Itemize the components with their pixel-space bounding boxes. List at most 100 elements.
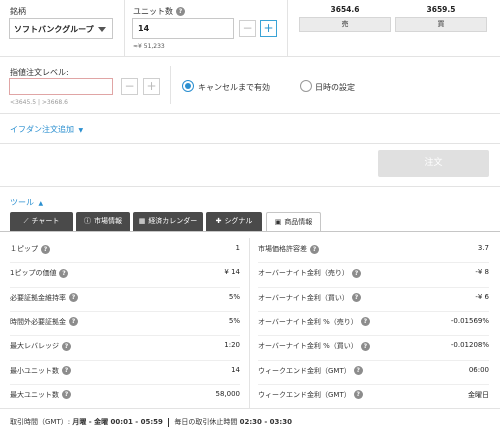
tab-market-info[interactable]: ⓘ 市場情報	[76, 212, 130, 231]
info-key-wrap: ウィークエンド金利（GMT）?	[258, 366, 363, 376]
info-row: 1ピップの価値? ¥ 14	[10, 262, 240, 286]
tab-chart[interactable]: ⟋ チャート	[10, 212, 73, 231]
info-key-wrap: 最小ユニット数?	[10, 366, 71, 376]
info-row: 最小ユニット数? 14	[10, 360, 240, 384]
tab-signal[interactable]: ✚ シグナル	[206, 212, 262, 231]
hours-value: 月曜 - 金曜 00:01 - 05:59	[72, 418, 163, 426]
ifdone-link[interactable]: イフダン注文追加 ▼	[10, 124, 83, 135]
info-key-wrap: オーバーナイト金利 %（買い）?	[258, 341, 370, 351]
help-icon[interactable]: ?	[69, 293, 78, 303]
info-key: 1ピップの価値	[10, 269, 57, 278]
info-value: -0.01208%	[450, 341, 489, 350]
buy-button[interactable]: 買	[395, 17, 487, 32]
info-row: 時間外必要証拠金? 5%	[10, 311, 240, 335]
info-value: 金曜日	[468, 390, 489, 399]
caret-down-icon: ▼	[78, 127, 84, 134]
tab-economic-calendar[interactable]: ▦ 経済カレンダー	[133, 212, 203, 231]
info-key-wrap: オーバーナイト金利（売り）?	[258, 268, 361, 278]
help-icon[interactable]: ?	[353, 390, 363, 400]
info-value: -¥ 6	[475, 292, 489, 301]
help-icon[interactable]: ?	[69, 317, 78, 327]
info-value: 1:20	[224, 341, 240, 350]
help-icon[interactable]: ?	[59, 268, 69, 278]
help-icon[interactable]: ?	[360, 341, 370, 351]
info-value: 14	[231, 365, 240, 374]
help-icon[interactable]: ?	[351, 293, 361, 303]
option-gtc-label: キャンセルまで有効	[198, 83, 270, 92]
info-value: 06:00	[468, 365, 489, 374]
info-row: 最大レバレッジ? 1:20	[10, 335, 240, 359]
info-value: 5%	[228, 292, 240, 301]
info-key-wrap: 最大ユニット数?	[10, 390, 71, 400]
break-value: 02:30 - 03:30	[239, 418, 292, 426]
ifdone-label: イフダン注文追加	[10, 125, 74, 134]
help-icon[interactable]: ?	[62, 341, 71, 351]
units-approx-value: ≈¥ 51,233	[133, 43, 165, 50]
break-label: 毎日の取引休止時間	[174, 418, 238, 426]
info-key: 必要証拠金維持率	[10, 293, 66, 302]
tab-product-info[interactable]: ▣ 商品情報	[266, 212, 321, 232]
info-key: ウィークエンド金利（GMT）	[258, 366, 351, 375]
info-row: オーバーナイト金利 %（買い）? -0.01208%	[258, 335, 489, 359]
sell-button[interactable]: 売	[299, 17, 391, 32]
help-icon[interactable]: ?	[41, 244, 50, 254]
limit-plus-button[interactable]: +	[143, 78, 160, 95]
info-key: ウィークエンド金利（GMT）	[258, 390, 351, 399]
info-key-wrap: 必要証拠金維持率?	[10, 293, 78, 303]
chevron-down-icon	[98, 27, 106, 32]
info-value: ¥ 14	[224, 268, 240, 277]
radio-gtc[interactable]	[182, 80, 194, 92]
limit-hint-high: >3668.6	[41, 99, 68, 106]
info-key-wrap: １ピップ?	[10, 244, 50, 254]
info-value: -¥ 8	[475, 268, 489, 277]
units-plus-button[interactable]: +	[260, 20, 277, 37]
info-row: 最大ユニット数? 58,000	[10, 384, 240, 408]
info-value: 1	[235, 244, 240, 252]
info-row: 必要証拠金維持率? 5%	[10, 287, 240, 311]
info-key: オーバーナイト金利 %（買い）	[258, 342, 358, 351]
limit-input[interactable]	[9, 78, 113, 95]
help-icon[interactable]: ?	[62, 390, 71, 400]
tools-label: ツール	[10, 198, 34, 207]
info-row: １ピップ? 1	[10, 238, 240, 262]
info-key-wrap: ウィークエンド金利（GMT）?	[258, 390, 363, 400]
info-key: オーバーナイト金利 %（売り）	[258, 317, 358, 326]
info-key-wrap: オーバーナイト金利 %（売り）?	[258, 317, 370, 327]
info-key-wrap: 最大レバレッジ?	[10, 341, 71, 351]
info-key-wrap: 時間外必要証拠金?	[10, 317, 78, 327]
info-row: オーバーナイト金利（買い）? -¥ 6	[258, 287, 489, 311]
units-label-wrap: ユニット数?	[133, 6, 185, 17]
help-icon[interactable]: ?	[353, 366, 363, 375]
chart-line-icon: ⟋	[23, 217, 29, 225]
option-date-label: 日時の設定	[315, 83, 355, 92]
units-minus-button[interactable]: −	[239, 20, 256, 37]
limit-minus-button[interactable]: −	[121, 78, 138, 95]
tab-market-info-label: 市場情報	[94, 217, 122, 225]
order-button[interactable]: 注文	[378, 150, 489, 177]
help-icon[interactable]: ?	[310, 244, 319, 254]
buy-price: 3659.5	[426, 5, 456, 14]
info-value: -0.01569%	[450, 316, 489, 325]
trading-hours: 取引時間（GMT）: 月曜 - 金曜 00:01 - 05:59 毎日の取引休止…	[10, 417, 292, 427]
limit-label: 指値注文レベル:	[10, 68, 69, 77]
calendar-icon: ▦	[138, 217, 146, 225]
limit-hint-low: <3645.5	[10, 99, 37, 106]
help-icon[interactable]: ?	[360, 317, 370, 327]
help-icon[interactable]: ?	[176, 7, 185, 16]
info-key: 最小ユニット数	[10, 366, 59, 375]
info-row: オーバーナイト金利 %（売り）? -0.01569%	[258, 311, 489, 335]
info-row: ウィークエンド金利（GMT）? 06:00	[258, 360, 489, 384]
product-info-icon: ▣	[274, 218, 282, 226]
tab-chart-label: チャート	[31, 217, 60, 225]
tools-toggle[interactable]: ツール ▲	[10, 197, 43, 208]
symbol-select[interactable]: ソフトバンクグループ	[9, 18, 113, 39]
help-icon[interactable]: ?	[351, 268, 361, 278]
info-value: 3.7	[477, 244, 489, 252]
tab-product-info-label: 商品情報	[284, 218, 313, 226]
units-value: 14	[138, 24, 150, 33]
help-icon[interactable]: ?	[62, 366, 71, 375]
radio-date[interactable]	[300, 80, 312, 92]
info-key-wrap: オーバーナイト金利（買い）?	[258, 293, 361, 303]
info-key: 最大ユニット数	[10, 390, 59, 399]
units-input[interactable]: 14	[132, 18, 234, 39]
